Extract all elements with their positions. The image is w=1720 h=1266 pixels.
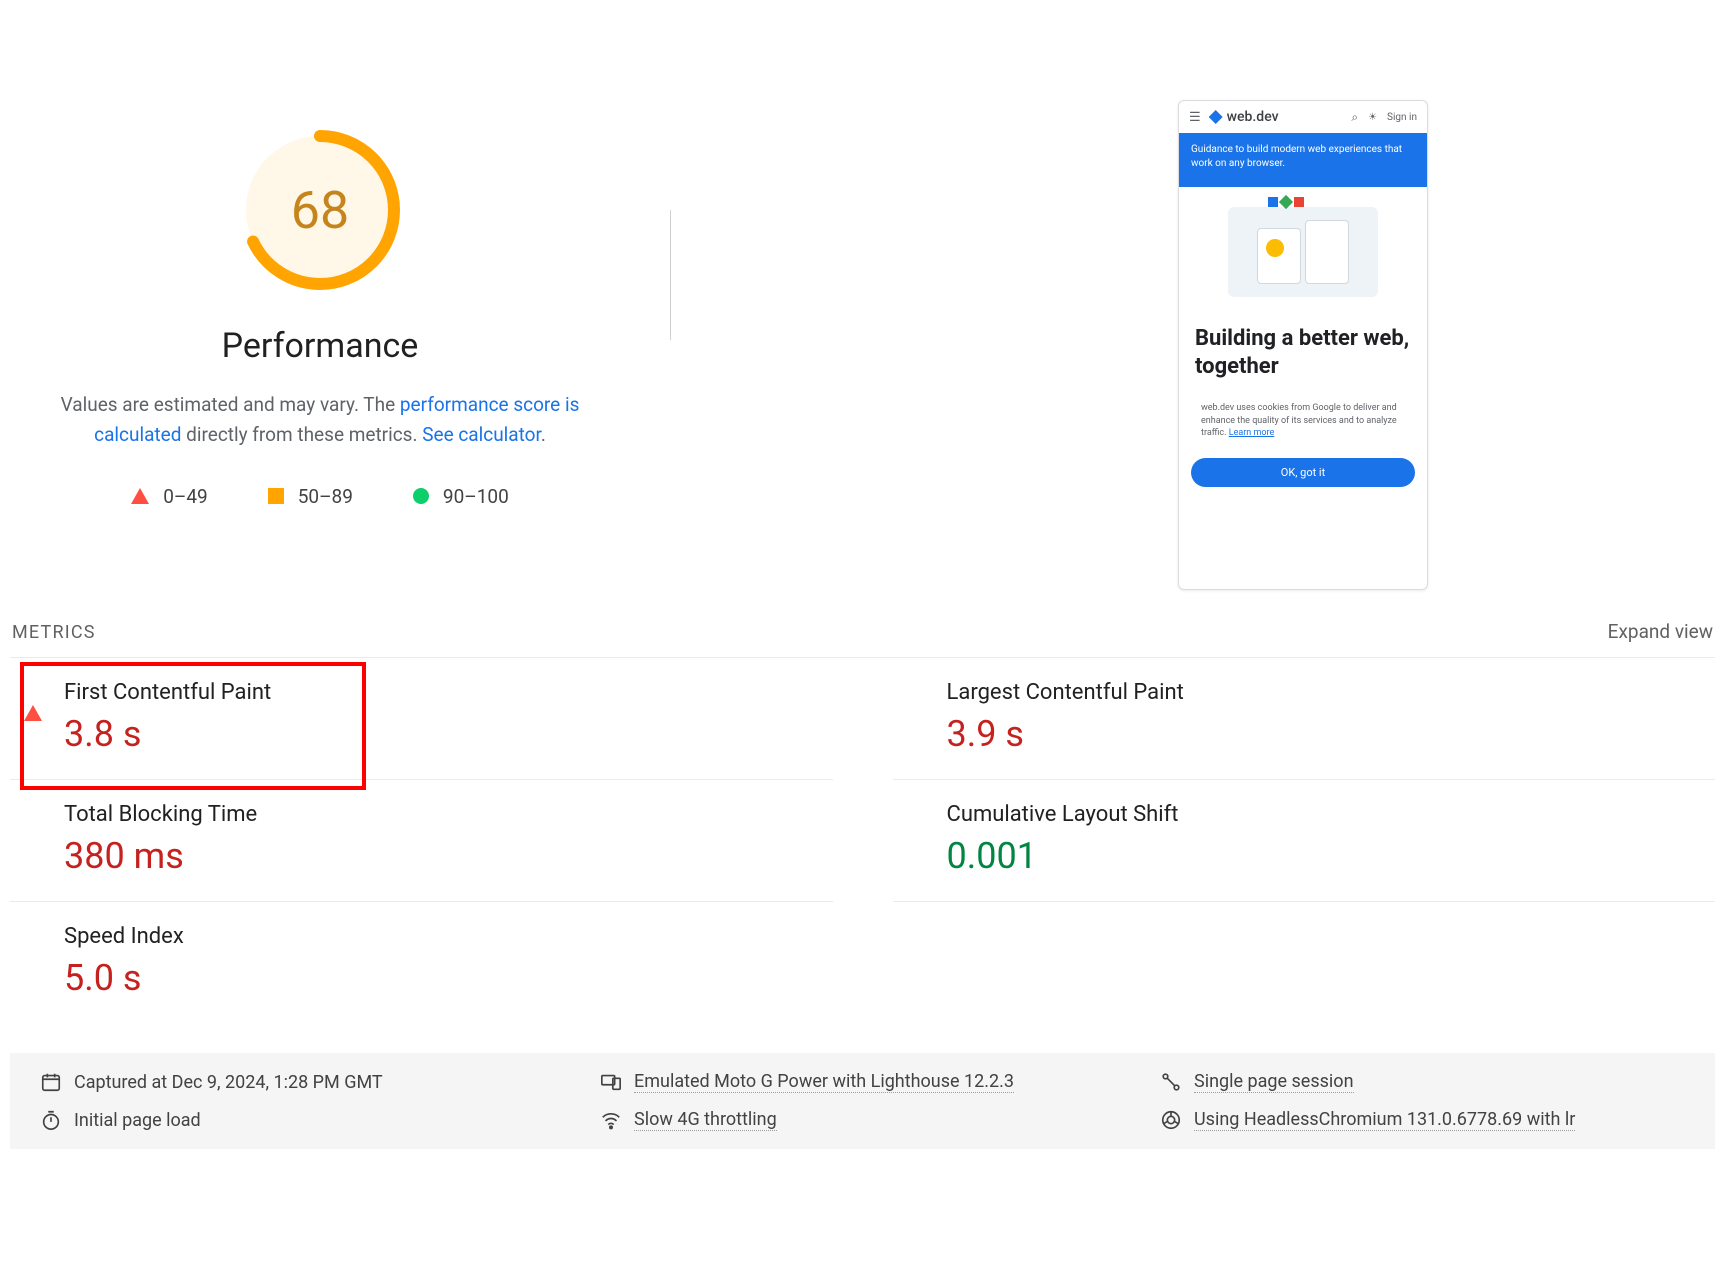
screenshot-preview: ☰ web.dev ⌕ ☀ Sign in Guidance to build … (711, 10, 1715, 590)
metric-value: 5.0 s (64, 957, 184, 999)
logo-icon (1209, 110, 1223, 124)
metric-label: Cumulative Layout Shift (947, 802, 1179, 827)
triangle-icon (131, 488, 149, 504)
signin-text: Sign in (1387, 112, 1417, 123)
metric-value: 380 ms (64, 835, 257, 877)
metrics-header: METRICS Expand view (10, 620, 1715, 657)
metric-value: 3.8 s (64, 713, 271, 755)
chrome-icon (1160, 1109, 1182, 1131)
metrics-title: METRICS (12, 622, 96, 643)
metric-lcp[interactable]: Largest Contentful Paint 3.9 s (893, 658, 1716, 780)
metrics-grid: First Contentful Paint 3.8 s Largest Con… (10, 657, 1715, 1023)
divider (670, 210, 671, 340)
devices-icon (600, 1071, 622, 1093)
legend-good: 90–100 (413, 485, 509, 508)
session-type[interactable]: Single page session (1160, 1071, 1685, 1093)
performance-gauge-section: 68 Performance Values are estimated and … (10, 10, 630, 508)
captured-at: Captured at Dec 9, 2024, 1:28 PM GMT (40, 1071, 600, 1093)
preview-cookie-notice: web.dev uses cookies from Google to deli… (1191, 394, 1415, 448)
search-icon: ⌕ (1351, 110, 1358, 125)
triangle-icon (24, 686, 42, 721)
circle-icon (413, 488, 429, 504)
network-throttling[interactable]: Slow 4G throttling (600, 1109, 1160, 1131)
session-icon (1160, 1071, 1182, 1093)
metric-label: Speed Index (64, 924, 184, 949)
score-gauge: 68 (240, 130, 400, 290)
menu-icon: ☰ (1189, 110, 1201, 125)
stopwatch-icon (40, 1109, 62, 1131)
score-value: 68 (240, 130, 400, 290)
expand-view-toggle[interactable]: Expand view (1608, 620, 1713, 643)
metric-label: First Contentful Paint (64, 680, 271, 705)
metric-value: 0.001 (947, 835, 1179, 877)
metric-label: Total Blocking Time (64, 802, 257, 827)
score-description: Values are estimated and may vary. The p… (40, 390, 600, 451)
environment-footer: Captured at Dec 9, 2024, 1:28 PM GMT Emu… (10, 1053, 1715, 1149)
legend-bad: 0–49 (131, 485, 208, 508)
metric-value: 3.9 s (947, 713, 1184, 755)
site-logo: web.dev (1209, 109, 1279, 125)
preview-illustration (1179, 187, 1427, 317)
metric-cls[interactable]: Cumulative Layout Shift 0.001 (893, 780, 1716, 902)
see-calculator-link[interactable]: See calculator (422, 423, 541, 446)
metric-tbt[interactable]: Total Blocking Time 380 ms (10, 780, 833, 902)
cookie-learn-more: Learn more (1229, 428, 1275, 438)
page-thumbnail: ☰ web.dev ⌕ ☀ Sign in Guidance to build … (1178, 100, 1428, 590)
theme-icon: ☀ (1368, 112, 1377, 123)
square-icon (268, 488, 284, 504)
calendar-icon (40, 1071, 62, 1093)
score-title: Performance (222, 326, 419, 366)
browser-info[interactable]: Using HeadlessChromium 131.0.6778.69 wit… (1160, 1109, 1685, 1131)
preview-ok-button: OK, got it (1191, 458, 1415, 487)
summary-row: 68 Performance Values are estimated and … (10, 10, 1715, 590)
preview-header-right: ⌕ ☀ Sign in (1351, 110, 1417, 125)
network-icon (600, 1109, 622, 1131)
preview-header: ☰ web.dev ⌕ ☀ Sign in (1179, 101, 1427, 133)
legend-avg: 50–89 (268, 485, 353, 508)
score-legend: 0–49 50–89 90–100 (131, 485, 509, 508)
metric-fcp[interactable]: First Contentful Paint 3.8 s (10, 658, 833, 780)
emulated-device[interactable]: Emulated Moto G Power with Lighthouse 12… (600, 1071, 1160, 1093)
metric-si[interactable]: Speed Index 5.0 s (10, 902, 833, 1023)
metric-label: Largest Contentful Paint (947, 680, 1184, 705)
preview-headline: Building a better web, together (1179, 317, 1427, 384)
load-type: Initial page load (40, 1109, 600, 1131)
preview-banner: Guidance to build modern web experiences… (1179, 133, 1427, 187)
